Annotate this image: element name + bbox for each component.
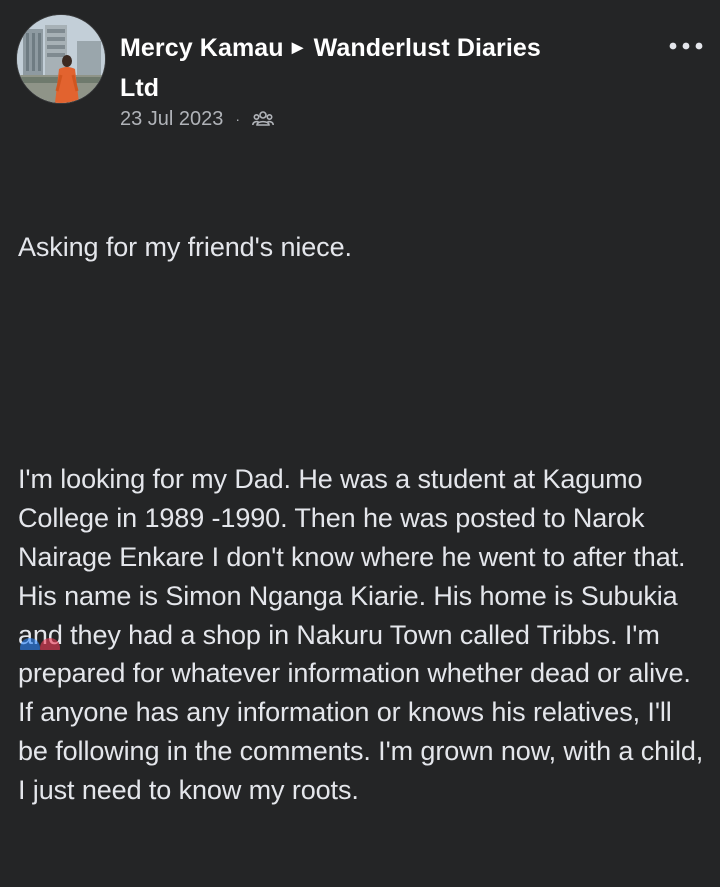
arrow-right-icon: ► [287, 37, 308, 59]
author-avatar[interactable] [16, 14, 106, 104]
more-options-icon[interactable] [666, 36, 706, 56]
group-name-line2[interactable]: Ltd [120, 74, 159, 102]
meta-separator: · [235, 111, 241, 127]
reaction-icons-partial [20, 638, 60, 650]
post-body: Asking for my friend's niece. I'm lookin… [18, 150, 708, 887]
post-date[interactable]: 23 Jul 2023 [120, 108, 223, 131]
post-meta: 23 Jul 2023 · [120, 107, 275, 131]
post-body-intro: Asking for my friend's niece. [18, 231, 352, 262]
group-icon [252, 109, 275, 129]
post-body-message: I'm looking for my Dad. He was a student… [18, 464, 711, 805]
group-name[interactable]: Wanderlust Diaries [314, 34, 541, 62]
author-name[interactable]: Mercy Kamau [120, 34, 284, 62]
post-header: Mercy Kamau ► Wanderlust Diaries Ltd 23 Ju… [16, 14, 706, 134]
avatar-photo [17, 15, 105, 103]
post-author-line: Mercy Kamau ► Wanderlust Diaries Ltd [120, 28, 620, 108]
group-post: Mercy Kamau ► Wanderlust Diaries Ltd 23 Ju… [0, 0, 720, 805]
